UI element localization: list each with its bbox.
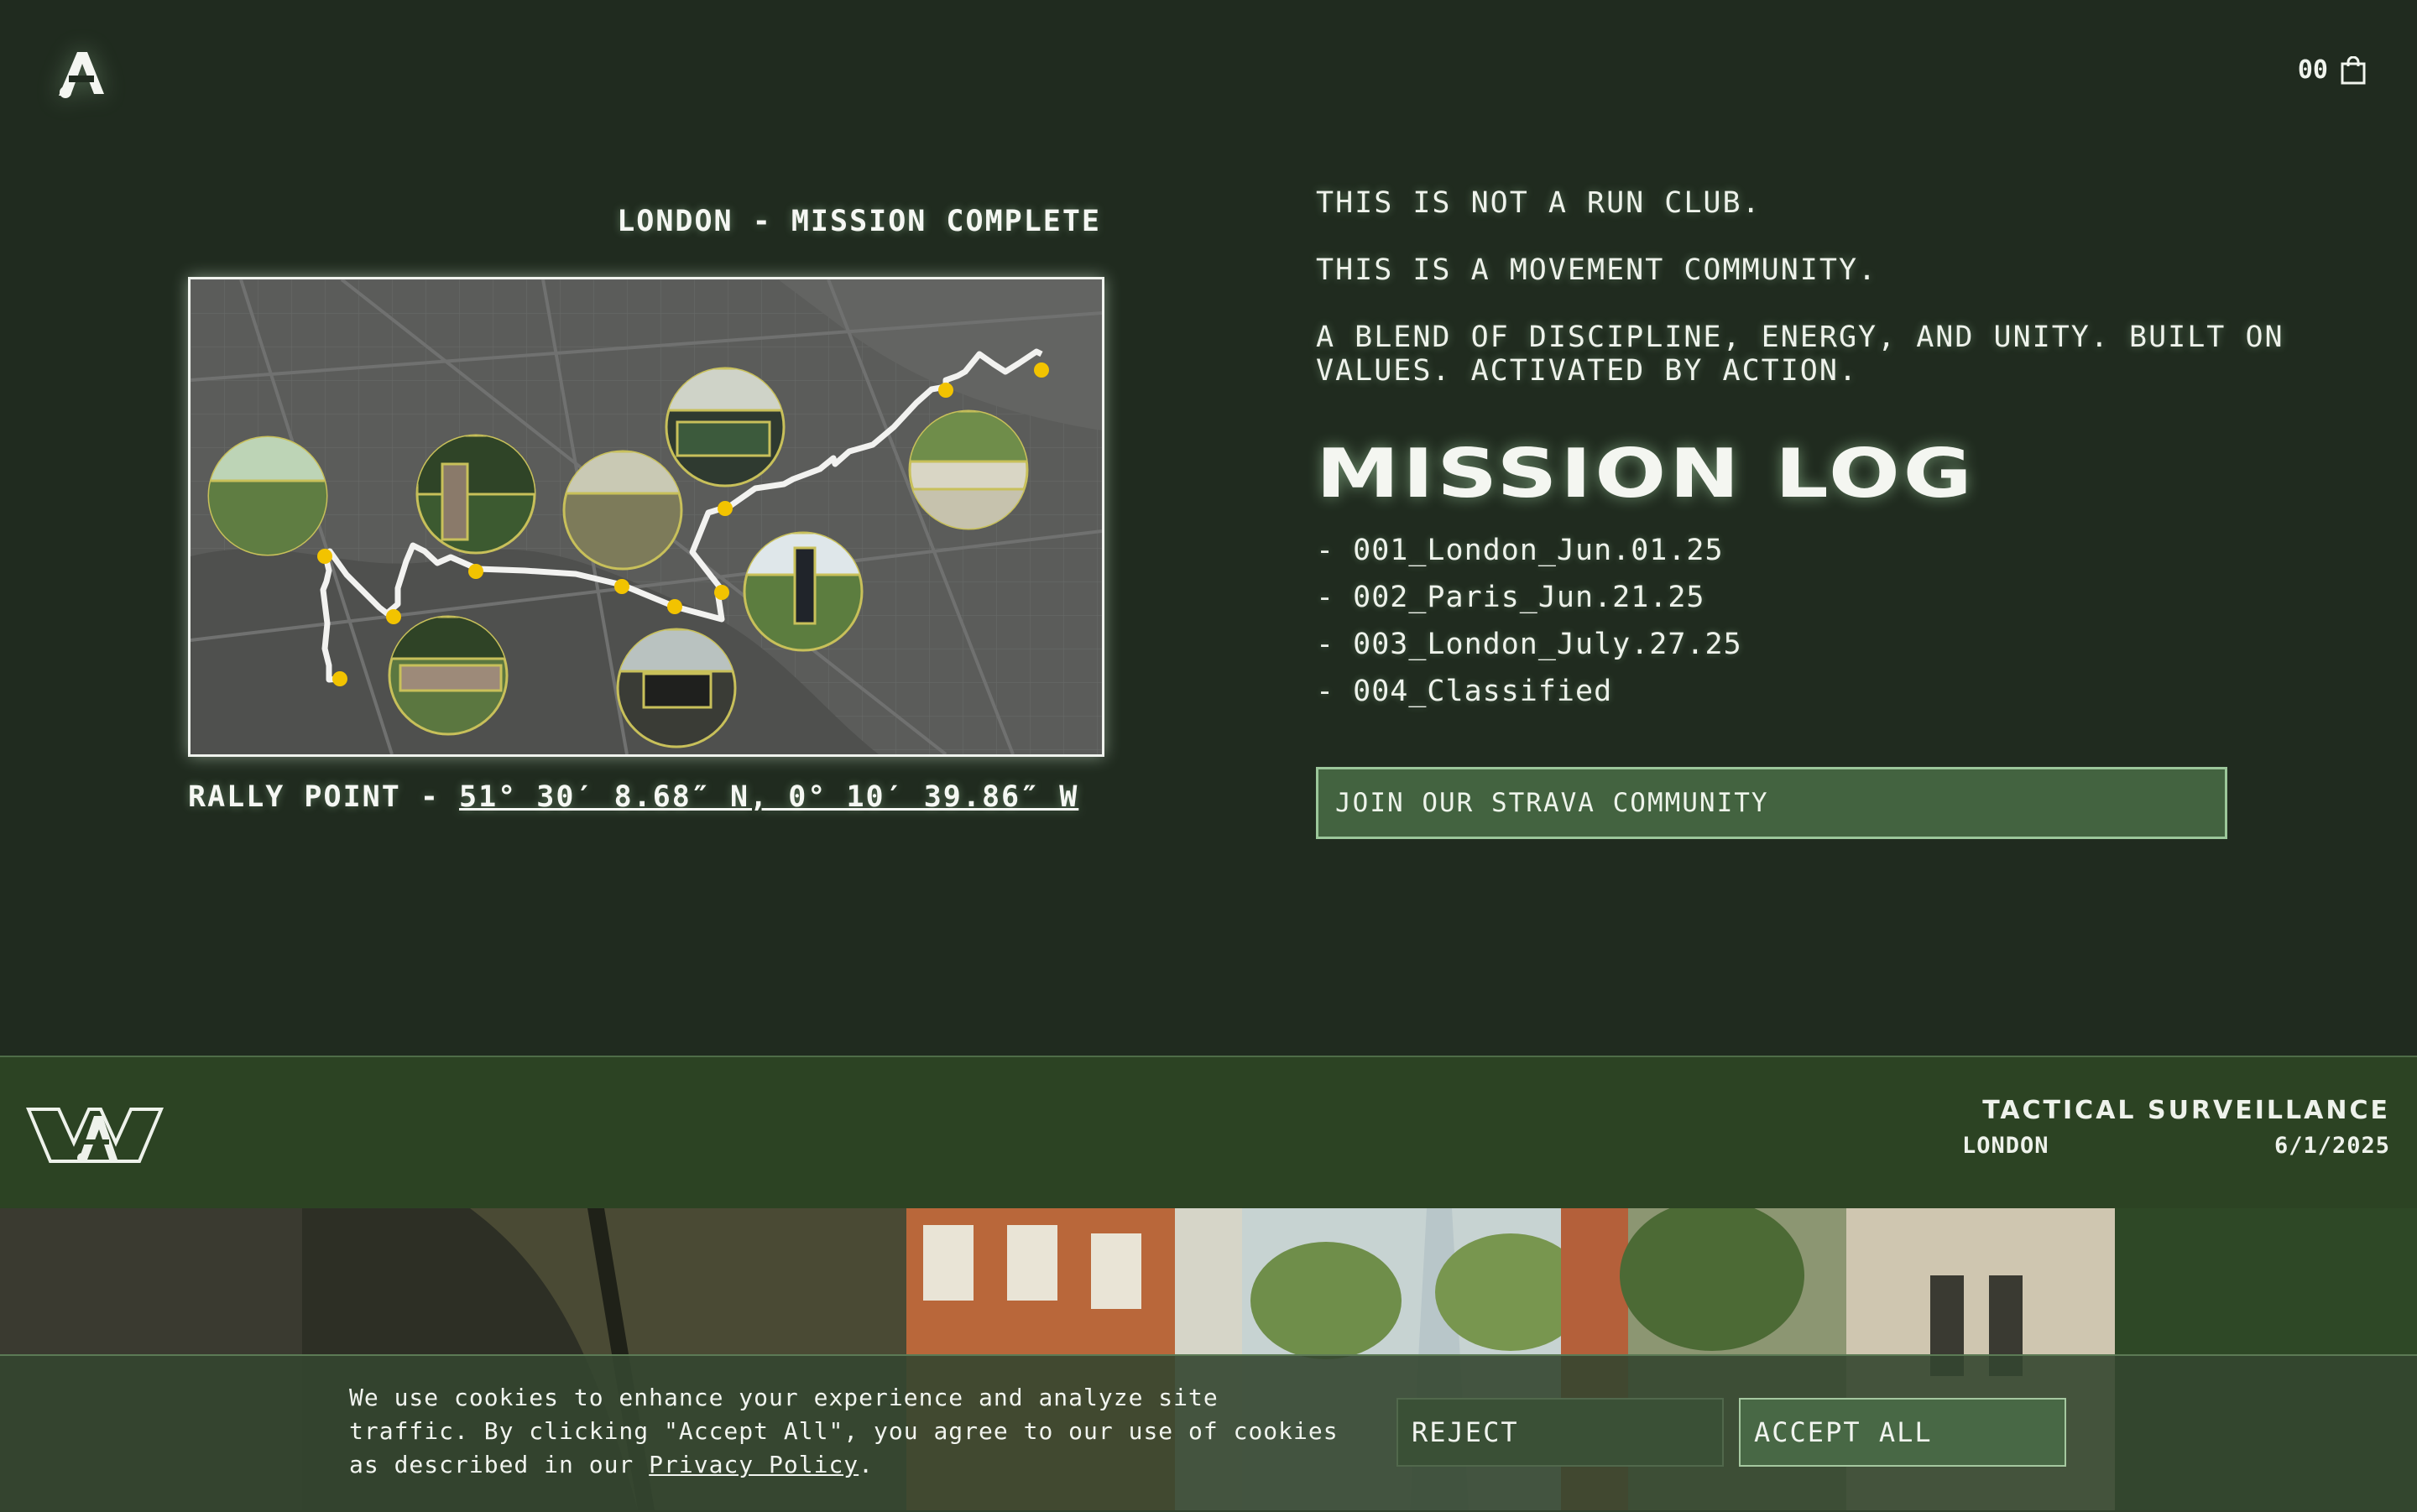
route-map bbox=[188, 277, 1104, 757]
mission-log-list: - 001_London_Jun.01.25 - 002_Paris_Jun.2… bbox=[1316, 527, 1742, 715]
rally-label: RALLY POINT - bbox=[188, 780, 460, 814]
reject-cookies-button[interactable]: REJECT bbox=[1396, 1398, 1724, 1467]
shopping-bag-icon bbox=[2341, 55, 2366, 84]
brand-logo-icon[interactable] bbox=[50, 44, 111, 104]
cart-count: 00 bbox=[2297, 55, 2328, 85]
surveillance-city: LONDON bbox=[1962, 1133, 2049, 1159]
rally-coordinates-link[interactable]: 51° 30′ 8.68″ N, 0° 10′ 39.86″ W bbox=[459, 780, 1078, 814]
cart-button[interactable]: 00 bbox=[2298, 55, 2367, 85]
surveillance-date: 6/1/2025 bbox=[2273, 1133, 2390, 1159]
join-strava-button[interactable]: JOIN OUR STRAVA COMMUNITY bbox=[1316, 767, 2227, 839]
brand-wide-logo-icon bbox=[25, 1108, 164, 1163]
cookie-text-end: . bbox=[859, 1451, 874, 1478]
mission-log-item[interactable]: - 002_Paris_Jun.21.25 bbox=[1316, 574, 1742, 621]
mission-log-item[interactable]: - 001_London_Jun.01.25 bbox=[1316, 527, 1742, 574]
accept-all-cookies-button[interactable]: ACCEPT ALL bbox=[1739, 1398, 2066, 1467]
intro-line-3: A BLEND OF DISCIPLINE, ENERGY, AND UNITY… bbox=[1316, 321, 2284, 388]
mission-title: LONDON - MISSION COMPLETE bbox=[617, 205, 1101, 238]
intro-line-1: THIS IS NOT A RUN CLUB. bbox=[1316, 186, 1762, 220]
mission-log-title: MISSION LOG bbox=[1316, 435, 1976, 513]
mission-log-item[interactable]: - 004_Classified bbox=[1316, 668, 1742, 715]
privacy-policy-link[interactable]: Privacy Policy bbox=[649, 1451, 859, 1478]
mission-log-item[interactable]: - 003_London_July.27.25 bbox=[1316, 621, 1742, 668]
cookie-message: We use cookies to enhance your experienc… bbox=[349, 1381, 1348, 1482]
surveillance-title: TACTICAL SURVEILLANCE bbox=[1982, 1096, 2390, 1125]
intro-line-2: THIS IS A MOVEMENT COMMUNITY. bbox=[1316, 253, 1878, 287]
surveillance-band bbox=[0, 1056, 2417, 1210]
rally-point: RALLY POINT - 51° 30′ 8.68″ N, 0° 10′ 39… bbox=[188, 780, 1078, 814]
